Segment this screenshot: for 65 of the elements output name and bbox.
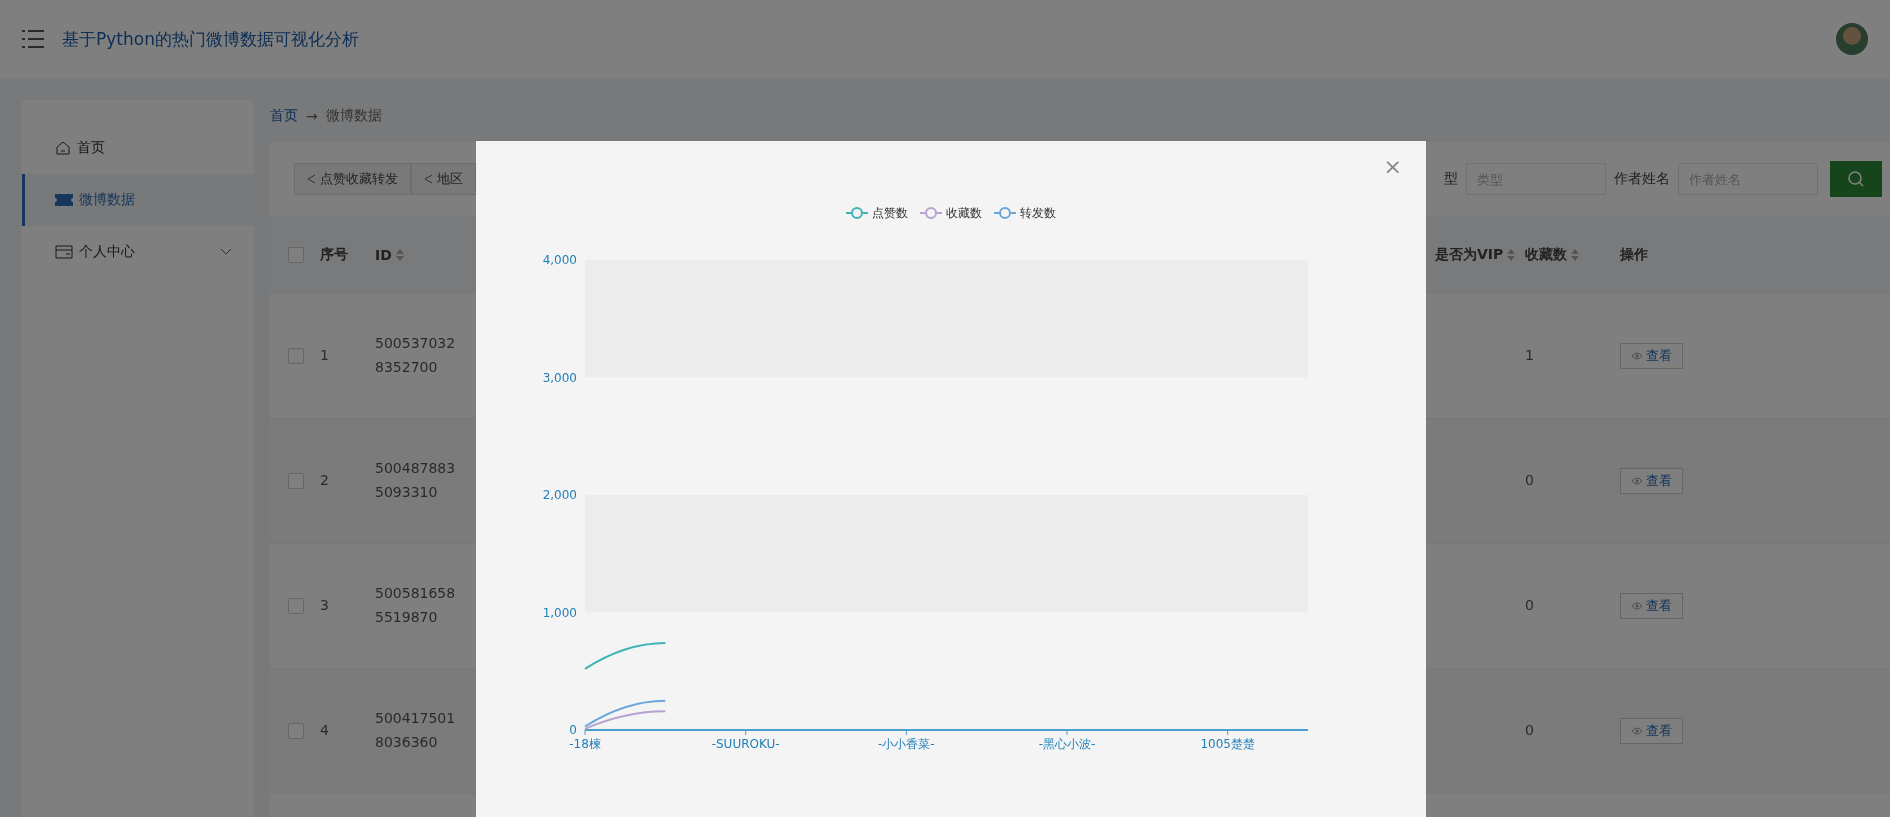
app-title: 基于Python的热门微博数据可视化分析	[62, 27, 359, 51]
home-icon	[55, 140, 71, 156]
x-tick-label: 1005楚楚	[1200, 737, 1255, 751]
column-header: 是否为VIP	[1435, 246, 1504, 264]
x-tick-label: -SUUROKU-	[711, 737, 780, 751]
close-button[interactable]: ×	[1377, 153, 1408, 180]
ticket-icon	[55, 193, 73, 207]
x-tick-label: -黑心小波-	[1038, 737, 1096, 751]
column-header: 收藏数	[1525, 246, 1567, 264]
table-cell-text: 3	[320, 596, 329, 616]
avatar[interactable]	[1836, 23, 1868, 55]
eye-icon	[1631, 602, 1643, 610]
view-button[interactable]: 查看	[1620, 593, 1683, 619]
table-cell-text: 1	[1525, 346, 1534, 366]
table-cell-text: 0	[1525, 471, 1534, 491]
table-cell-text: 500581658 5519870	[375, 584, 456, 627]
y-tick-label: 1,000	[542, 605, 577, 620]
wallet-icon	[55, 244, 73, 260]
filter-label: 作者姓名	[1614, 170, 1670, 188]
column-header: 操作	[1620, 246, 1648, 264]
checkbox[interactable]	[288, 723, 304, 739]
search-button[interactable]	[1830, 161, 1882, 197]
checkbox[interactable]	[288, 598, 304, 614]
table-cell-text: 500487883 5093310	[375, 459, 456, 502]
legend-item[interactable]: 点赞数	[846, 204, 908, 222]
sort-icon[interactable]	[395, 249, 404, 261]
toolbar-button[interactable]: 点赞收藏转发	[294, 163, 411, 195]
x-tick-label: -小小香菜-	[878, 737, 935, 751]
legend-item[interactable]: 收藏数	[920, 204, 982, 222]
filter-label: 型	[1444, 170, 1458, 188]
eye-icon	[1631, 727, 1643, 735]
checkbox[interactable]	[288, 348, 304, 364]
view-button[interactable]: 查看	[1620, 343, 1683, 369]
table-cell-text: 4	[320, 721, 329, 741]
sort-icon[interactable]	[1507, 249, 1516, 261]
table-cell-text: 0	[1525, 721, 1534, 741]
search-icon	[1847, 170, 1865, 188]
column-header: 序号	[320, 246, 348, 264]
column-header: ID	[375, 247, 392, 263]
table-cell-text: 500417501 8036360	[375, 709, 456, 752]
menu-icon[interactable]	[22, 30, 44, 48]
breadcrumb-link[interactable]: 首页	[270, 107, 298, 125]
view-button[interactable]: 查看	[1620, 718, 1683, 744]
checkbox[interactable]	[288, 247, 304, 263]
legend-item[interactable]: 转发数	[994, 204, 1056, 222]
sidebar-item[interactable]: 首页	[22, 122, 254, 174]
y-tick-label: 0	[569, 723, 577, 737]
view-button[interactable]: 查看	[1620, 468, 1683, 494]
table-cell-text: 0	[1525, 596, 1534, 616]
y-tick-label: 3,000	[542, 370, 577, 385]
y-tick-label: 4,000	[542, 253, 577, 267]
checkbox[interactable]	[288, 473, 304, 489]
table-cell-text: 500537032 8352700	[375, 334, 456, 377]
breadcrumb-separator: →	[306, 108, 318, 124]
eye-icon	[1631, 352, 1643, 360]
eye-icon	[1631, 477, 1643, 485]
y-tick-label: 2,000	[542, 488, 577, 502]
table-cell-text: 1	[320, 346, 329, 366]
table-cell-text: 2	[320, 471, 329, 491]
toolbar-button[interactable]: 地区	[411, 163, 476, 195]
sidebar-item[interactable]: 个人中心	[22, 226, 254, 278]
sort-icon[interactable]	[1571, 249, 1579, 261]
sidebar-item[interactable]: 微博数据	[22, 174, 254, 226]
breadcrumb-current: 微博数据	[325, 107, 382, 125]
x-tick-label: -18楝	[569, 737, 601, 751]
